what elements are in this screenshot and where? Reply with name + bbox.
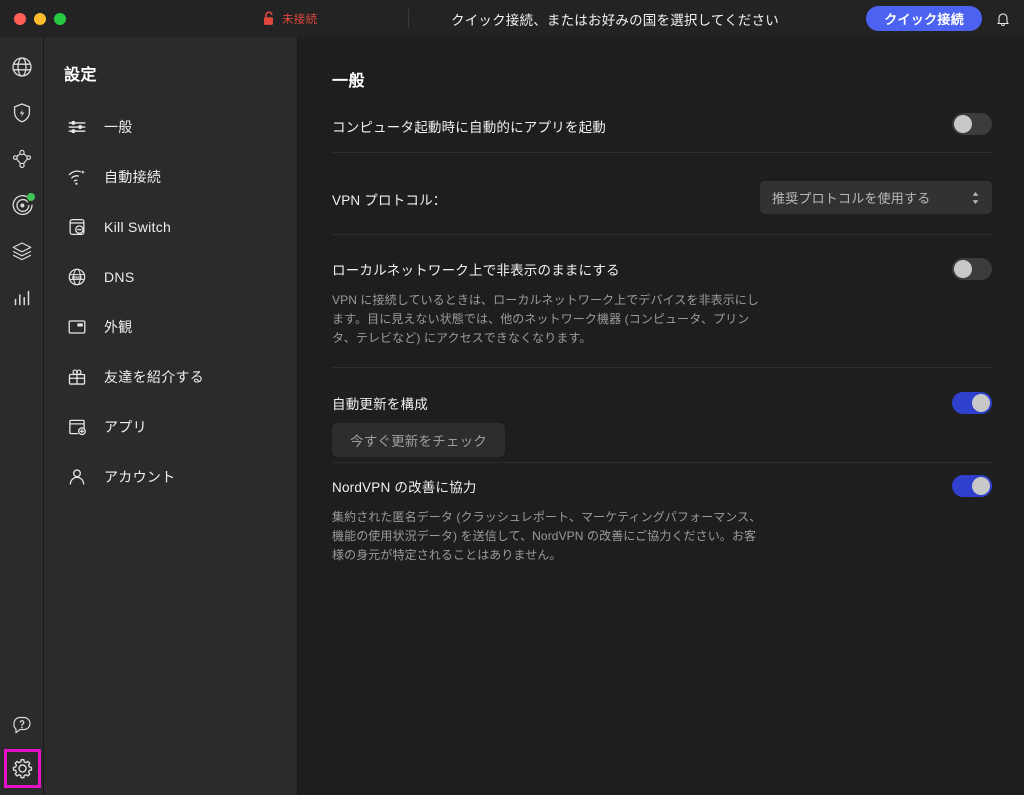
settings-sidebar: 設定 一般 自動接続 Kill Switch DNS DNS 外観 友達を紹介す… xyxy=(44,37,298,795)
layers-icon xyxy=(10,239,34,263)
setting-description: VPN に接続しているときは、ローカルネットワーク上でデバイスを非表示にします。… xyxy=(332,293,759,345)
icon-rail xyxy=(0,37,44,795)
sidebar-item-label: 一般 xyxy=(104,119,133,135)
connection-status: 未接続 xyxy=(263,0,317,37)
auto-update-toggle[interactable] xyxy=(952,392,992,414)
svg-text:DNS: DNS xyxy=(72,275,82,281)
vpn-protocol-select[interactable]: 推奨プロトコルを使用する xyxy=(760,181,992,214)
title-bar: 未接続 クイック接続、またはお好みの国を選択してください クイック接続 xyxy=(0,0,1024,37)
rail-item-threat-protection[interactable] xyxy=(0,91,44,135)
setting-invisible-on-lan: ローカルネットワーク上で非表示のままにする VPN に接続しているときは、ローカ… xyxy=(332,255,992,355)
meshnet-icon xyxy=(10,147,34,171)
globe-icon xyxy=(10,55,34,79)
divider xyxy=(332,152,992,153)
minimize-button[interactable] xyxy=(34,12,46,25)
gift-icon xyxy=(64,364,90,390)
close-button[interactable] xyxy=(14,12,26,25)
divider xyxy=(332,462,992,463)
settings-menu: 一般 自動接続 Kill Switch DNS DNS 外観 友達を紹介する ア… xyxy=(44,102,298,502)
setting-help-improve: NordVPN の改善に協力 集約された匿名データ (クラッシュレポート、マーケ… xyxy=(332,474,992,574)
launch-on-startup-toggle[interactable] xyxy=(952,113,992,135)
zoom-button[interactable] xyxy=(54,12,66,25)
toggle-knob xyxy=(954,260,972,278)
setting-launch-on-startup: コンピュータ起動時に自動的にアプリを起動 xyxy=(332,107,992,145)
rail-item-file-share[interactable] xyxy=(0,229,44,273)
rail-item-dark-web-monitor[interactable] xyxy=(0,183,44,227)
setting-description: 集約された匿名データ (クラッシュレポート、マーケティングパフォーマンス、機能の… xyxy=(332,510,762,562)
chevron-up-down-icon xyxy=(966,190,984,206)
setting-label: ローカルネットワーク上で非表示のままにする xyxy=(332,263,620,278)
gear-icon xyxy=(11,757,34,780)
settings-button[interactable] xyxy=(4,749,41,788)
sidebar-item-label: DNS xyxy=(104,269,135,285)
setting-label: 自動更新を構成 xyxy=(332,397,428,412)
help-improve-toggle[interactable] xyxy=(952,475,992,497)
appearance-window-icon xyxy=(64,314,90,340)
nordvpn-window: 未接続 クイック接続、またはお好みの国を選択してください クイック接続 設定 一… xyxy=(0,0,1024,795)
setting-vpn-protocol: VPN プロトコル： 推奨プロトコルを使用する xyxy=(332,181,992,217)
settings-content: 一般 コンピュータ起動時に自動的にアプリを起動 VPN プロトコル： 推奨プロト… xyxy=(299,37,1024,795)
sidebar-item-label: 友達を紹介する xyxy=(104,369,205,385)
dark-web-monitor-badge xyxy=(27,193,35,201)
rail-item-vpn-globe[interactable] xyxy=(0,45,44,89)
sidebar-title: 設定 xyxy=(64,67,98,84)
help-bubble-icon xyxy=(10,713,34,737)
toggle-knob xyxy=(972,394,990,412)
setting-auto-update: 自動更新を構成 今すぐ更新をチェック xyxy=(332,389,992,459)
connection-status-text: 未接続 xyxy=(282,13,318,26)
toggle-knob xyxy=(972,477,990,495)
quick-connect-button[interactable]: クイック接続 xyxy=(866,6,982,31)
kill-switch-icon xyxy=(64,214,90,240)
sidebar-item-label: アカウント xyxy=(104,469,176,485)
sliders-icon xyxy=(64,114,90,140)
sidebar-item-label: Kill Switch xyxy=(104,219,172,235)
person-icon xyxy=(64,464,90,490)
vpn-protocol-value: 推奨プロトコルを使用する xyxy=(772,191,931,206)
sidebar-item-apps[interactable]: アプリ xyxy=(44,402,298,452)
toggle-knob xyxy=(954,115,972,133)
window-controls xyxy=(0,12,66,25)
shield-bolt-icon xyxy=(10,101,34,125)
check-updates-button[interactable]: 今すぐ更新をチェック xyxy=(332,423,505,457)
dns-globe-icon: DNS xyxy=(64,264,90,290)
wifi-sparkle-icon xyxy=(64,164,90,190)
sidebar-item-label: アプリ xyxy=(104,419,147,435)
unlock-icon xyxy=(263,11,275,26)
rail-item-help[interactable] xyxy=(0,703,44,747)
sidebar-item-label: 自動接続 xyxy=(104,169,162,185)
rail-item-meshnet[interactable] xyxy=(0,137,44,181)
rail-item-statistics[interactable] xyxy=(0,275,44,319)
bell-icon[interactable] xyxy=(994,10,1012,28)
app-add-icon xyxy=(64,414,90,440)
sidebar-item-general[interactable]: 一般 xyxy=(44,102,298,152)
bar-chart-icon xyxy=(10,285,34,309)
setting-label: NordVPN の改善に協力 xyxy=(332,480,477,495)
setting-label: VPN プロトコル： xyxy=(332,193,447,208)
invisible-on-lan-toggle[interactable] xyxy=(952,258,992,280)
sidebar-item-appearance[interactable]: 外観 xyxy=(44,302,298,352)
sidebar-item-dns[interactable]: DNS DNS xyxy=(44,252,298,302)
connection-hint: クイック接続、またはお好みの国を選択してください xyxy=(451,12,779,28)
sidebar-item-account[interactable]: アカウント xyxy=(44,452,298,502)
setting-label: コンピュータ起動時に自動的にアプリを起動 xyxy=(332,120,606,135)
sidebar-item-auto-connect[interactable]: 自動接続 xyxy=(44,152,298,202)
title-bar-divider xyxy=(408,9,409,28)
divider xyxy=(332,234,992,235)
divider xyxy=(332,367,992,368)
sidebar-item-kill-switch[interactable]: Kill Switch xyxy=(44,202,298,252)
sidebar-item-label: 外観 xyxy=(104,319,133,335)
page-title: 一般 xyxy=(332,73,366,90)
sidebar-item-refer-friend[interactable]: 友達を紹介する xyxy=(44,352,298,402)
